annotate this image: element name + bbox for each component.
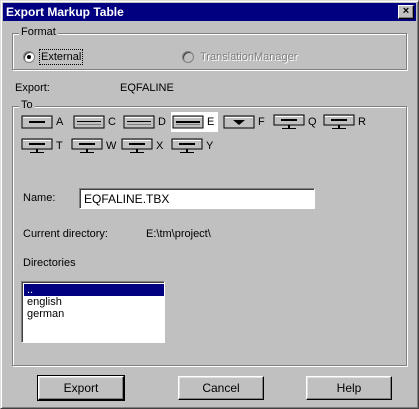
- drive-c-letter: C: [108, 116, 116, 128]
- drive-y-letter: Y: [206, 140, 214, 152]
- floppy-drive-icon: [21, 115, 53, 129]
- drive-t-letter: T: [56, 140, 63, 152]
- current-directory-value: E:\tm\project\: [146, 228, 211, 240]
- directory-item[interactable]: english: [24, 296, 164, 308]
- hard-drive-icon: [73, 115, 105, 129]
- window-title: Export Markup Table: [6, 5, 124, 19]
- drive-x-button[interactable]: X: [121, 138, 163, 154]
- drive-d-button[interactable]: D: [123, 114, 166, 130]
- format-group-label: Format: [19, 26, 58, 38]
- network-drive-icon: [273, 114, 305, 129]
- drive-a-letter: A: [56, 116, 64, 128]
- network-drive-icon: [71, 138, 103, 153]
- title-bar[interactable]: Export Markup Table ×: [3, 3, 416, 21]
- radio-external-label: External: [38, 49, 84, 65]
- cdrom-drive-icon: [223, 115, 255, 129]
- radio-external[interactable]: External: [23, 49, 84, 65]
- network-drive-icon: [21, 138, 53, 153]
- directories-label: Directories: [23, 257, 76, 269]
- hard-drive-icon: [123, 115, 155, 129]
- drive-t-button[interactable]: T: [21, 138, 63, 154]
- directory-item[interactable]: ..: [24, 284, 164, 296]
- export-button[interactable]: Export: [37, 375, 125, 401]
- radio-translationmanager-label: TranslationManager: [200, 51, 298, 63]
- drive-f-letter: F: [258, 116, 265, 128]
- drive-q-button[interactable]: Q: [273, 114, 317, 130]
- current-directory-label: Current directory:: [23, 228, 108, 240]
- drive-e-button[interactable]: E: [171, 112, 219, 132]
- radio-translationmanager[interactable]: TranslationManager: [182, 51, 297, 63]
- close-button[interactable]: ×: [398, 5, 414, 19]
- drive-r-letter: R: [358, 116, 366, 128]
- drive-a-button[interactable]: A: [21, 114, 63, 130]
- cancel-button[interactable]: Cancel: [178, 376, 264, 400]
- network-drive-icon: [171, 138, 203, 153]
- hard-drive-icon: [172, 115, 204, 129]
- network-drive-icon: [323, 114, 355, 129]
- network-drive-icon: [121, 138, 153, 153]
- drive-f-button[interactable]: F: [223, 114, 265, 130]
- help-button[interactable]: Help: [306, 376, 392, 400]
- radio-translationmanager-indicator[interactable]: [182, 51, 194, 63]
- export-value: EQFALINE: [120, 82, 174, 94]
- name-input[interactable]: EQFALINE.TBX: [79, 188, 315, 209]
- radio-external-indicator[interactable]: [23, 51, 35, 63]
- directories-listbox[interactable]: .. english german: [21, 281, 165, 343]
- drive-w-letter: W: [106, 140, 117, 152]
- drive-x-letter: X: [156, 140, 164, 152]
- export-label: Export:: [15, 82, 50, 94]
- name-label: Name:: [23, 192, 56, 204]
- drive-q-letter: Q: [308, 116, 317, 128]
- directory-item[interactable]: german: [24, 308, 164, 320]
- drive-r-button[interactable]: R: [323, 114, 366, 130]
- drive-d-letter: D: [158, 116, 166, 128]
- drive-y-button[interactable]: Y: [171, 138, 213, 154]
- drive-e-letter: E: [207, 116, 215, 128]
- drive-w-button[interactable]: W: [71, 138, 116, 154]
- to-group-label: To: [19, 99, 35, 111]
- export-markup-table-dialog: Export Markup Table × Format External Tr…: [0, 0, 419, 409]
- drive-c-button[interactable]: C: [73, 114, 116, 130]
